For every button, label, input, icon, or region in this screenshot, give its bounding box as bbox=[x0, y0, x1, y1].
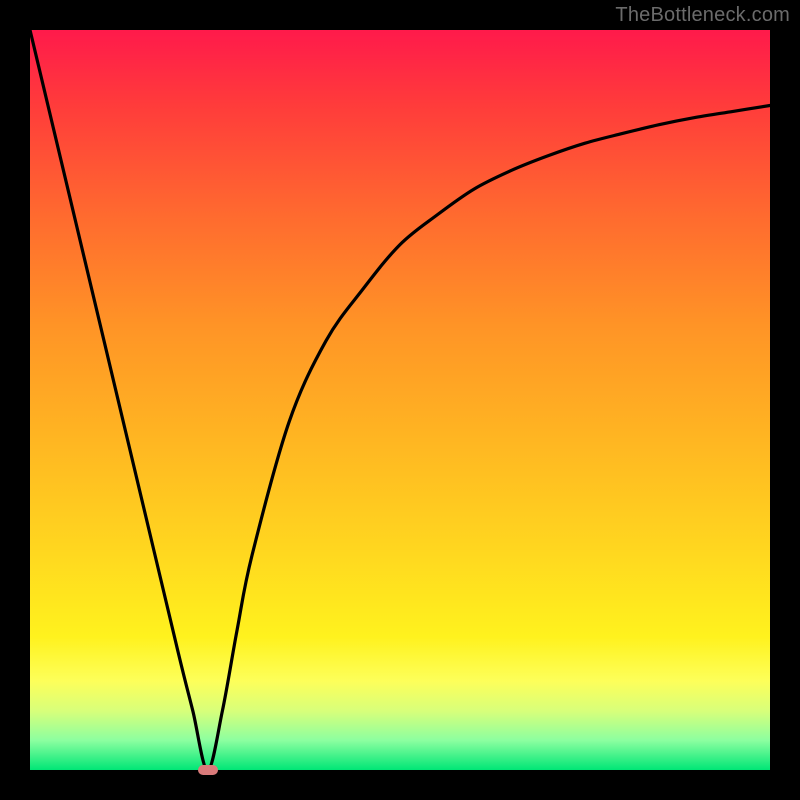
watermark-text: TheBottleneck.com bbox=[615, 4, 790, 27]
plot-area bbox=[30, 30, 770, 770]
chart-frame: TheBottleneck.com bbox=[0, 0, 800, 800]
bottleneck-curve bbox=[30, 30, 770, 770]
optimal-point-marker bbox=[198, 765, 218, 775]
